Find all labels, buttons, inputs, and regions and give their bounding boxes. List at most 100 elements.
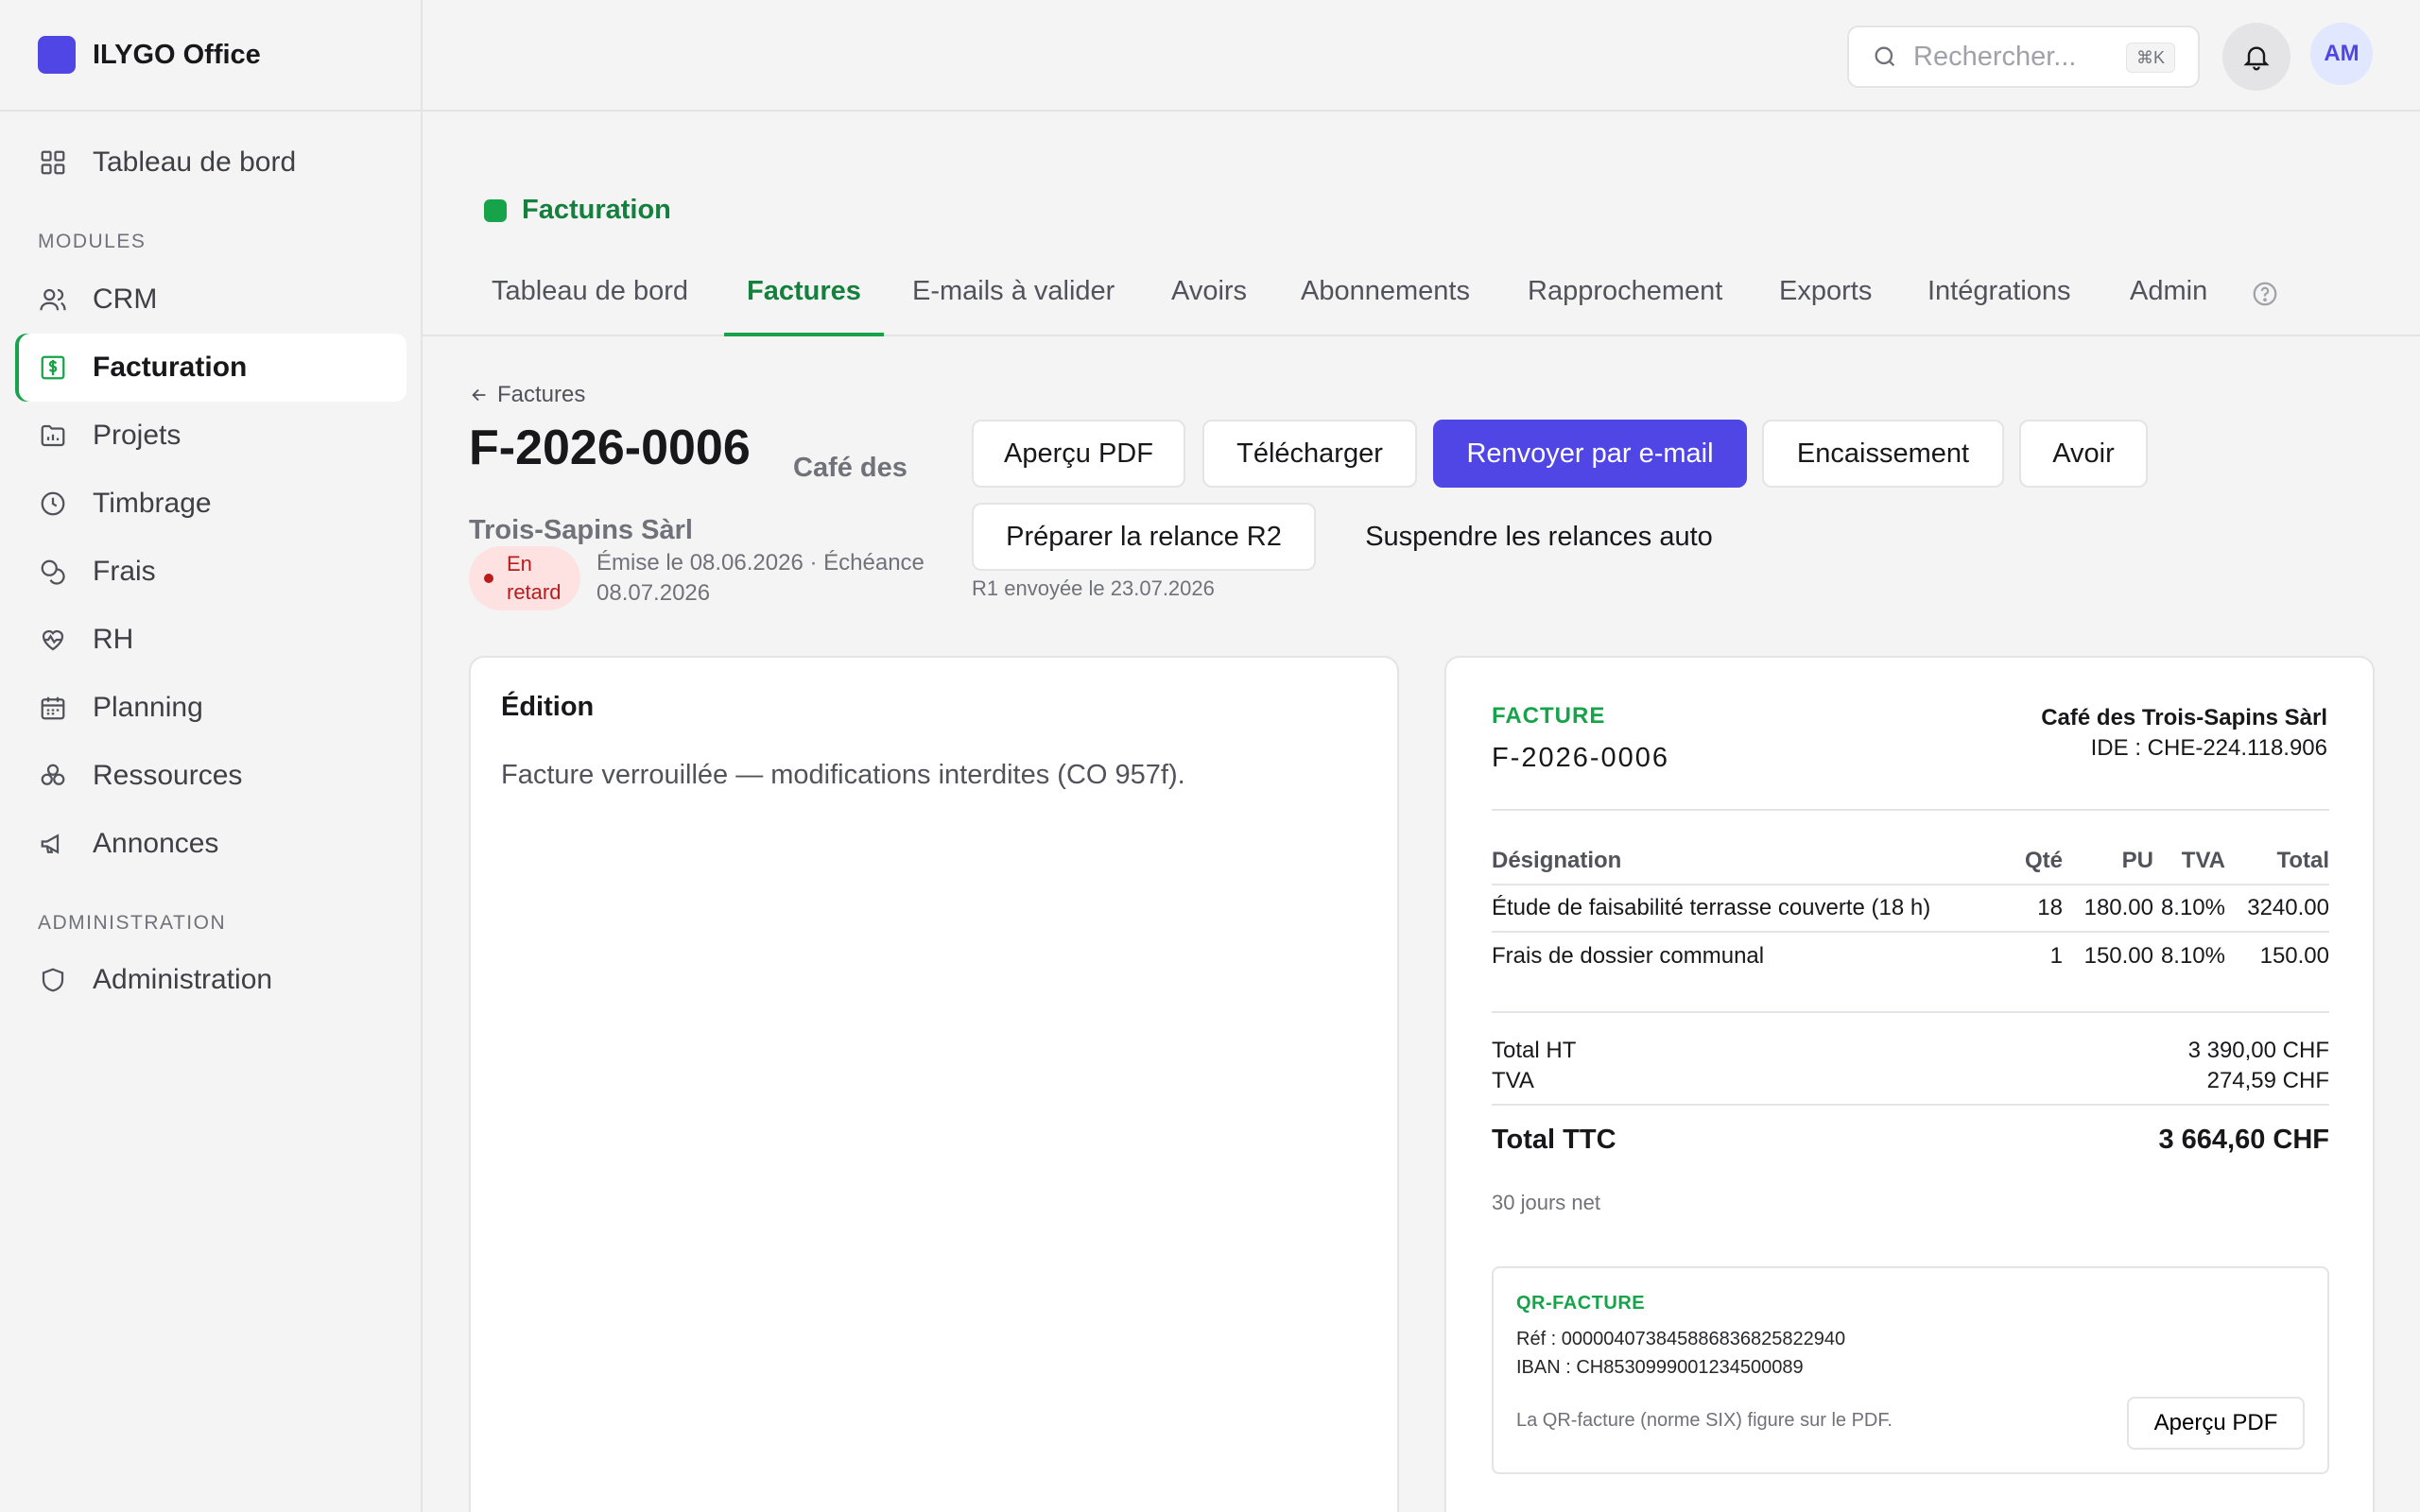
sidebar-item-label: Planning bbox=[93, 692, 203, 723]
reminder-note: R1 envoyée le 23.07.2026 bbox=[972, 576, 1215, 600]
status-text: En retard bbox=[507, 552, 562, 604]
module-tabs: Tableau de bord Factures E-mails à valid… bbox=[423, 263, 2420, 336]
tab-rapprochement[interactable]: Rapprochement bbox=[1528, 263, 1722, 336]
cell-total: 3240.00 bbox=[2225, 885, 2329, 933]
back-link[interactable]: Factures bbox=[469, 382, 585, 408]
preview-invoice-number: F-2026-0006 bbox=[1492, 743, 1670, 773]
credit-note-button[interactable]: Avoir bbox=[2019, 420, 2148, 488]
table-row: Étude de faisabilité terrasse couverte (… bbox=[1492, 885, 2329, 933]
column-header: Désignation bbox=[1492, 837, 2002, 885]
cell-qty: 1 bbox=[2049, 942, 2063, 969]
avatar[interactable]: AM bbox=[2310, 23, 2373, 85]
sidebar-item-annonces[interactable]: Annonces bbox=[15, 810, 406, 878]
sidebar-item-frais[interactable]: Frais bbox=[15, 538, 406, 606]
divider bbox=[1492, 809, 2329, 811]
total-ttc-row: Total TTC 3 664,60 CHF bbox=[1492, 1125, 2329, 1156]
tva-value: 274,59 CHF bbox=[2206, 1068, 2329, 1093]
sidebar-item-label: CRM bbox=[93, 284, 158, 315]
grid-icon bbox=[38, 147, 68, 178]
cell-designation: Étude de faisabilité terrasse couverte (… bbox=[1492, 885, 2002, 933]
tab-factures[interactable]: Factures bbox=[724, 263, 884, 336]
tab-exports[interactable]: Exports bbox=[1779, 263, 1872, 336]
module-title-text: Facturation bbox=[522, 195, 671, 225]
qr-preview-pdf-button[interactable]: Aperçu PDF bbox=[2127, 1397, 2305, 1450]
sidebar-item-rh[interactable]: RH bbox=[15, 606, 406, 674]
tva-label: TVA bbox=[1492, 1068, 1534, 1093]
sidebar-item-facturation[interactable]: Facturation bbox=[15, 334, 406, 402]
divider bbox=[1492, 1104, 2329, 1106]
line-items-table: Désignation Qté PU TVA Total Étude de fa… bbox=[1492, 837, 2329, 979]
arrow-left-icon bbox=[469, 385, 490, 405]
coins-icon bbox=[38, 557, 68, 587]
sidebar-item-planning[interactable]: Planning bbox=[15, 674, 406, 742]
sidebar-item-label: Facturation bbox=[93, 352, 248, 383]
status-badge: En retard bbox=[469, 546, 580, 610]
sidebar-item-label: Projets bbox=[93, 420, 182, 451]
tab-admin[interactable]: Admin bbox=[2130, 263, 2207, 336]
folder-icon bbox=[38, 421, 68, 451]
invoice-client: Café des Trois-Sapins Sàrl bbox=[469, 453, 908, 545]
preview-client-name: Café des Trois-Sapins Sàrl bbox=[2041, 705, 2327, 730]
suspend-reminders-button[interactable]: Suspendre les relances auto bbox=[1335, 503, 1743, 571]
back-link-label: Factures bbox=[497, 382, 586, 407]
table-header-row: Désignation Qté PU TVA Total bbox=[1492, 837, 2329, 885]
resend-email-button[interactable]: Renvoyer par e-mail bbox=[1433, 420, 1747, 488]
sidebar-item-label: Timbrage bbox=[93, 488, 212, 519]
total-ttc-value: 3 664,60 CHF bbox=[2158, 1125, 2329, 1155]
cell-vat: 8.10% bbox=[2160, 942, 2225, 969]
payment-button[interactable]: Encaissement bbox=[1762, 420, 2004, 488]
payment-terms: 30 jours net bbox=[1492, 1191, 1600, 1214]
edition-card: Édition Facture verrouillée — modificati… bbox=[469, 656, 1399, 1512]
sidebar-item-label: RH bbox=[93, 624, 134, 655]
search-icon bbox=[1872, 43, 1898, 70]
tab-tableau-de-bord[interactable]: Tableau de bord bbox=[492, 263, 688, 336]
status-dot bbox=[484, 574, 493, 583]
help-icon[interactable] bbox=[2251, 280, 2279, 308]
clock-icon bbox=[38, 489, 68, 519]
sidebar-item-projets[interactable]: Projets bbox=[15, 402, 406, 470]
total-ht-label: Total HT bbox=[1492, 1038, 1577, 1063]
brand-logo bbox=[38, 36, 76, 74]
cell-designation: Frais de dossier communal bbox=[1492, 942, 1765, 969]
qr-invoice-box: QR-FACTURE Réf : 00000407384588683682582… bbox=[1492, 1266, 2329, 1474]
tab-avoirs[interactable]: Avoirs bbox=[1171, 263, 1247, 336]
cell-unit-price: 180.00 bbox=[2063, 885, 2153, 933]
notifications-button[interactable] bbox=[2222, 23, 2290, 91]
preview-client-ide: IDE : CHE-224.118.906 bbox=[2090, 735, 2327, 761]
bell-icon bbox=[2241, 42, 2272, 72]
sidebar-item-crm[interactable]: CRM bbox=[15, 266, 406, 334]
column-header: PU bbox=[2063, 837, 2153, 885]
prepare-reminder-button[interactable]: Préparer la relance R2 bbox=[972, 503, 1316, 571]
megaphone-icon bbox=[38, 829, 68, 859]
invoice-dates: Émise le 08.06.2026 · Échéance 08.07.202… bbox=[596, 550, 925, 606]
shield-icon bbox=[38, 965, 68, 995]
sidebar: ILYGO Office Tableau de bord MODULES CRM… bbox=[0, 0, 423, 1512]
tab-abonnements[interactable]: Abonnements bbox=[1301, 263, 1470, 336]
sidebar-item-label: Annonces bbox=[93, 828, 219, 859]
sidebar-item-timbrage[interactable]: Timbrage bbox=[15, 470, 406, 538]
tab-emails-a-valider[interactable]: E-mails à valider bbox=[912, 263, 1115, 336]
heart-pulse-icon bbox=[38, 625, 68, 655]
download-button[interactable]: Télécharger bbox=[1202, 420, 1417, 488]
qr-iban: IBAN : CH8530999001234500089 bbox=[1516, 1357, 1804, 1378]
preview-label: FACTURE bbox=[1492, 703, 1606, 729]
brand[interactable]: ILYGO Office bbox=[0, 0, 421, 112]
search-input[interactable]: Rechercher... ⌘K bbox=[1847, 26, 2200, 88]
module-title: Facturation bbox=[484, 195, 671, 226]
sidebar-item-label: Frais bbox=[93, 556, 156, 587]
sidebar-item-ressources[interactable]: Ressources bbox=[15, 742, 406, 810]
column-header: Qté bbox=[2002, 837, 2063, 885]
search-placeholder: Rechercher... bbox=[1913, 41, 2077, 72]
preview-pdf-button[interactable]: Aperçu PDF bbox=[972, 420, 1185, 488]
tva-row: TVA 274,59 CHF bbox=[1492, 1068, 2329, 1094]
sidebar-item-label: Tableau de bord bbox=[93, 146, 297, 178]
cell-total: 150.00 bbox=[2259, 942, 2329, 969]
sidebar-item-administration[interactable]: Administration bbox=[15, 946, 406, 1014]
preview-client: Café des Trois-Sapins Sàrl IDE : CHE-224… bbox=[2041, 703, 2327, 764]
sidebar-item-label: Administration bbox=[93, 964, 273, 995]
total-ttc-label: Total TTC bbox=[1492, 1125, 1616, 1155]
tab-integrations[interactable]: Intégrations bbox=[1927, 263, 2071, 336]
boxes-icon bbox=[38, 761, 68, 791]
sidebar-item-dashboard[interactable]: Tableau de bord bbox=[15, 129, 406, 197]
cell-unit-price: 150.00 bbox=[2083, 942, 2153, 969]
